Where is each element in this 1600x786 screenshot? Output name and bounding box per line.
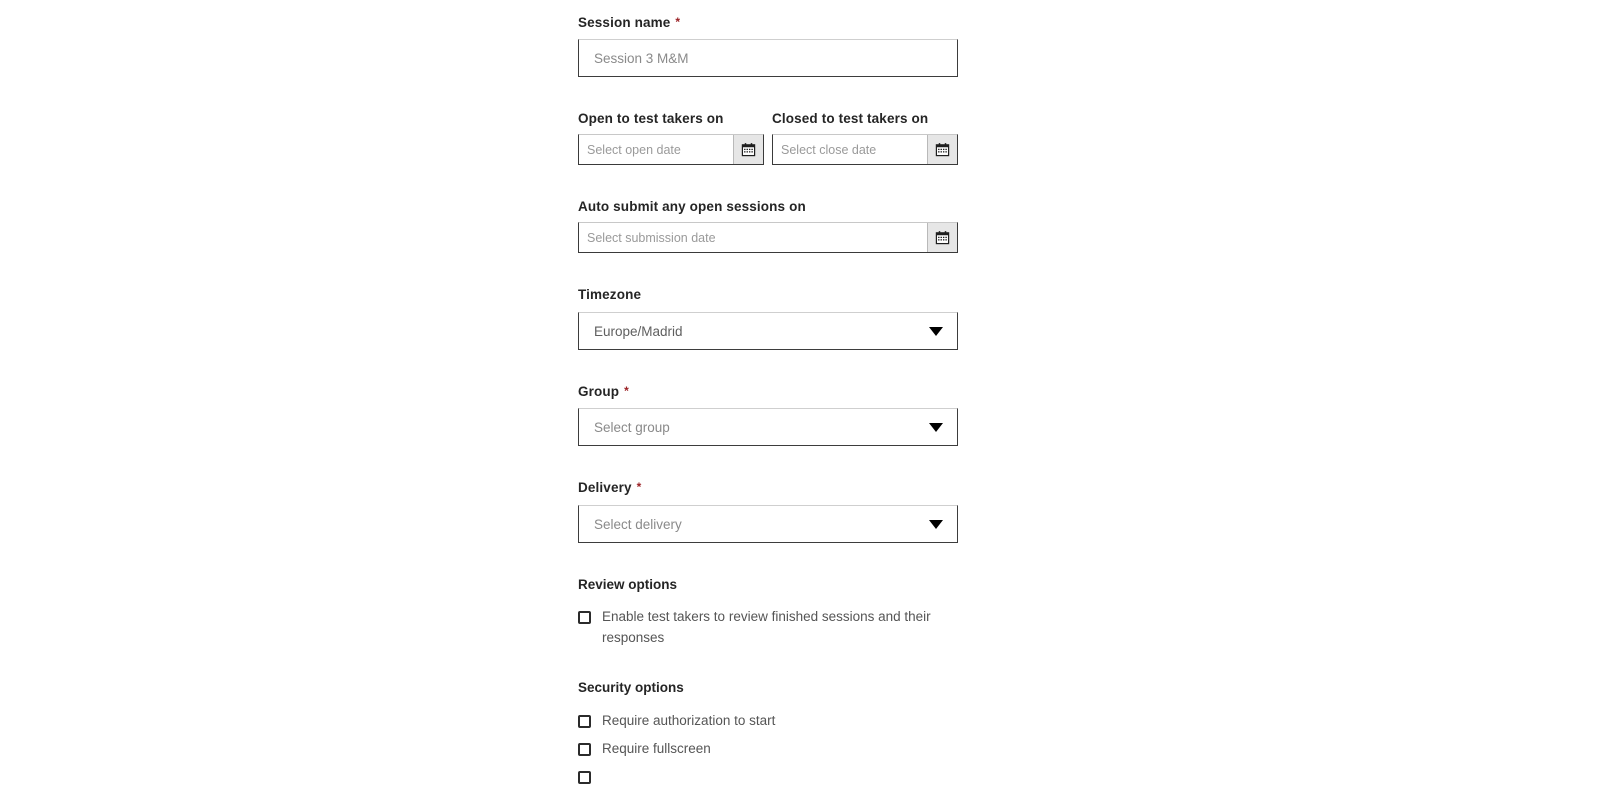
chevron-down-icon <box>929 519 943 529</box>
review-options-heading: Review options <box>578 576 677 594</box>
open-date-placeholder[interactable]: Select open date <box>579 135 733 164</box>
auto-submit-label-text: Auto submit any open sessions on <box>578 199 806 214</box>
delivery-required-asterisk: * <box>636 480 642 494</box>
security-option-row-authorization[interactable]: Require authorization to start <box>578 713 775 732</box>
calendar-icon <box>741 142 756 157</box>
checkbox-unchecked-icon[interactable] <box>578 771 591 784</box>
session-name-required-asterisk: * <box>675 15 681 29</box>
open-date-calendar-button[interactable] <box>733 135 763 164</box>
session-name-label: Session name <box>578 15 671 30</box>
review-options-heading-text: Review options <box>578 577 678 592</box>
open-date-field[interactable]: Select open date <box>578 134 764 165</box>
auto-submit-label: Auto submit any open sessions on <box>578 198 806 216</box>
timezone-selected-value: Europe/Madrid <box>594 323 683 339</box>
security-option-label-authorization: Require authorization to start <box>602 713 776 728</box>
close-date-label: Closed to test takers on <box>772 110 928 128</box>
checkbox-unchecked-icon[interactable] <box>578 743 591 756</box>
close-date-field[interactable]: Select close date <box>772 134 958 165</box>
review-option-label: Enable test takers to review finished se… <box>602 609 931 645</box>
security-option-label-fullscreen: Require fullscreen <box>602 741 711 756</box>
timezone-label-text: Timezone <box>578 287 642 302</box>
group-required-asterisk: * <box>624 384 629 398</box>
delivery-label-row: Delivery * <box>578 479 641 497</box>
group-label-row: Group * <box>578 383 629 401</box>
delivery-selected-value: Select delivery <box>594 516 682 532</box>
session-name-label-row: Session name * <box>578 14 680 32</box>
close-date-placeholder[interactable]: Select close date <box>773 135 927 164</box>
group-selected-value: Select group <box>594 419 670 435</box>
calendar-icon <box>935 230 950 245</box>
delivery-label: Delivery <box>578 480 632 495</box>
timezone-label: Timezone <box>578 286 641 304</box>
security-options-heading: Security options <box>578 679 684 697</box>
auto-submit-date-field[interactable]: Select submission date <box>578 222 958 253</box>
checkbox-unchecked-icon[interactable] <box>578 611 591 624</box>
chevron-down-icon <box>929 422 943 432</box>
auto-submit-placeholder[interactable]: Select submission date <box>579 223 927 252</box>
close-date-label-text: Closed to test takers on <box>772 111 929 126</box>
open-date-label: Open to test takers on <box>578 110 724 128</box>
auto-submit-calendar-button[interactable] <box>927 223 957 252</box>
review-option-checkbox-row[interactable]: Enable test takers to review finished se… <box>578 609 942 648</box>
group-select[interactable]: Select group <box>578 408 958 446</box>
group-label: Group <box>578 384 620 399</box>
security-options-heading-text: Security options <box>578 680 684 695</box>
security-option-row-fullscreen[interactable]: Require fullscreen <box>578 741 711 760</box>
chevron-down-icon <box>929 326 943 336</box>
close-date-calendar-button[interactable] <box>927 135 957 164</box>
page-root: Session name * Session 3 M&M Open to test… <box>0 0 1600 786</box>
checkbox-unchecked-icon[interactable] <box>578 715 591 728</box>
session-name-input[interactable]: Session 3 M&M <box>578 39 958 77</box>
security-option-row-partial[interactable] <box>578 769 602 784</box>
open-date-label-text: Open to test takers on <box>578 111 724 126</box>
delivery-select[interactable]: Select delivery <box>578 505 958 543</box>
timezone-select[interactable]: Europe/Madrid <box>578 312 958 350</box>
session-name-placeholder: Session 3 M&M <box>594 50 689 66</box>
calendar-icon <box>935 142 950 157</box>
